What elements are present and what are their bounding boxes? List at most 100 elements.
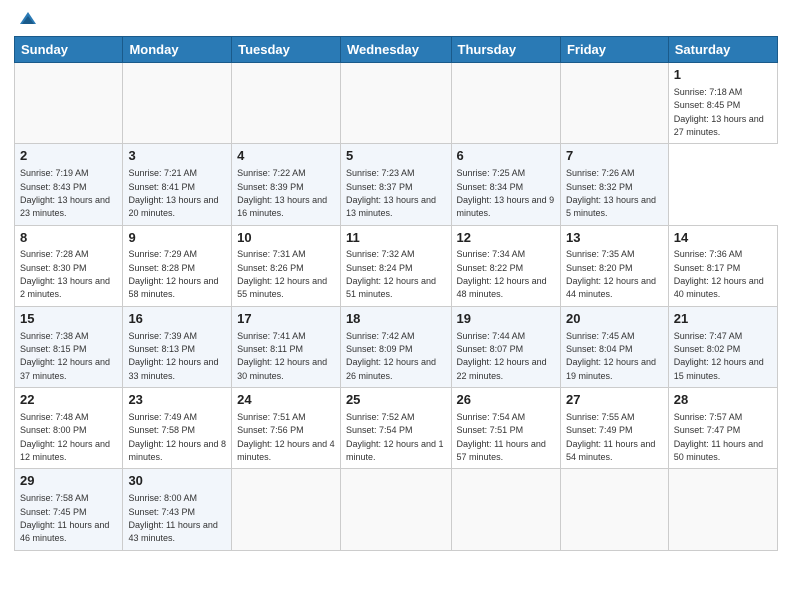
day-info: Sunrise: 7:57 AMSunset: 7:47 PMDaylight:… <box>674 412 763 462</box>
calendar-cell: 3 Sunrise: 7:21 AMSunset: 8:41 PMDayligh… <box>123 144 232 225</box>
calendar-cell <box>123 63 232 144</box>
calendar-cell: 25 Sunrise: 7:52 AMSunset: 7:54 PMDaylig… <box>340 388 451 469</box>
calendar-cell: 17 Sunrise: 7:41 AMSunset: 8:11 PMDaylig… <box>232 306 341 387</box>
day-number: 30 <box>128 473 226 490</box>
calendar-cell <box>451 63 560 144</box>
day-info: Sunrise: 7:22 AMSunset: 8:39 PMDaylight:… <box>237 168 327 218</box>
calendar-cell: 23 Sunrise: 7:49 AMSunset: 7:58 PMDaylig… <box>123 388 232 469</box>
day-number: 15 <box>20 311 117 328</box>
day-number: 27 <box>566 392 663 409</box>
calendar-week-1: 1 Sunrise: 7:18 AMSunset: 8:45 PMDayligh… <box>15 63 778 144</box>
logo-area <box>14 10 38 30</box>
day-info: Sunrise: 7:31 AMSunset: 8:26 PMDaylight:… <box>237 249 327 299</box>
day-info: Sunrise: 7:42 AMSunset: 8:09 PMDaylight:… <box>346 331 436 381</box>
calendar-cell: 6 Sunrise: 7:25 AMSunset: 8:34 PMDayligh… <box>451 144 560 225</box>
day-number: 20 <box>566 311 663 328</box>
calendar-cell <box>451 469 560 550</box>
calendar-cell: 1 Sunrise: 7:18 AMSunset: 8:45 PMDayligh… <box>668 63 777 144</box>
day-info: Sunrise: 7:49 AMSunset: 7:58 PMDaylight:… <box>128 412 226 462</box>
day-number: 16 <box>128 311 226 328</box>
day-number: 9 <box>128 230 226 247</box>
day-number: 29 <box>20 473 117 490</box>
day-number: 14 <box>674 230 772 247</box>
day-info: Sunrise: 7:36 AMSunset: 8:17 PMDaylight:… <box>674 249 764 299</box>
calendar-cell: 16 Sunrise: 7:39 AMSunset: 8:13 PMDaylig… <box>123 306 232 387</box>
day-info: Sunrise: 7:29 AMSunset: 8:28 PMDaylight:… <box>128 249 218 299</box>
header-friday: Friday <box>560 37 668 63</box>
calendar-cell: 7 Sunrise: 7:26 AMSunset: 8:32 PMDayligh… <box>560 144 668 225</box>
calendar-cell: 5 Sunrise: 7:23 AMSunset: 8:37 PMDayligh… <box>340 144 451 225</box>
calendar-cell: 2 Sunrise: 7:19 AMSunset: 8:43 PMDayligh… <box>15 144 123 225</box>
day-number: 13 <box>566 230 663 247</box>
day-number: 22 <box>20 392 117 409</box>
calendar-cell: 19 Sunrise: 7:44 AMSunset: 8:07 PMDaylig… <box>451 306 560 387</box>
day-number: 11 <box>346 230 446 247</box>
calendar-cell: 22 Sunrise: 7:48 AMSunset: 8:00 PMDaylig… <box>15 388 123 469</box>
calendar-cell: 9 Sunrise: 7:29 AMSunset: 8:28 PMDayligh… <box>123 225 232 306</box>
day-info: Sunrise: 7:21 AMSunset: 8:41 PMDaylight:… <box>128 168 218 218</box>
day-info: Sunrise: 7:19 AMSunset: 8:43 PMDaylight:… <box>20 168 110 218</box>
day-number: 19 <box>457 311 555 328</box>
header-tuesday: Tuesday <box>232 37 341 63</box>
day-info: Sunrise: 7:18 AMSunset: 8:45 PMDaylight:… <box>674 87 764 137</box>
calendar-cell: 11 Sunrise: 7:32 AMSunset: 8:24 PMDaylig… <box>340 225 451 306</box>
header-thursday: Thursday <box>451 37 560 63</box>
day-info: Sunrise: 7:38 AMSunset: 8:15 PMDaylight:… <box>20 331 110 381</box>
day-info: Sunrise: 7:54 AMSunset: 7:51 PMDaylight:… <box>457 412 546 462</box>
header-monday: Monday <box>123 37 232 63</box>
day-number: 18 <box>346 311 446 328</box>
logo <box>14 10 38 30</box>
calendar-cell <box>560 469 668 550</box>
day-info: Sunrise: 7:23 AMSunset: 8:37 PMDaylight:… <box>346 168 436 218</box>
logo-icon <box>18 10 38 30</box>
day-number: 7 <box>566 148 663 165</box>
day-number: 21 <box>674 311 772 328</box>
day-info: Sunrise: 7:47 AMSunset: 8:02 PMDaylight:… <box>674 331 764 381</box>
page-header <box>14 10 778 30</box>
day-number: 10 <box>237 230 335 247</box>
calendar-cell: 8 Sunrise: 7:28 AMSunset: 8:30 PMDayligh… <box>15 225 123 306</box>
calendar-cell <box>668 469 777 550</box>
calendar-cell: 13 Sunrise: 7:35 AMSunset: 8:20 PMDaylig… <box>560 225 668 306</box>
day-number: 1 <box>674 67 772 84</box>
calendar-week-4: 15 Sunrise: 7:38 AMSunset: 8:15 PMDaylig… <box>15 306 778 387</box>
day-number: 5 <box>346 148 446 165</box>
day-info: Sunrise: 7:35 AMSunset: 8:20 PMDaylight:… <box>566 249 656 299</box>
day-info: Sunrise: 7:39 AMSunset: 8:13 PMDaylight:… <box>128 331 218 381</box>
day-info: Sunrise: 8:00 AMSunset: 7:43 PMDaylight:… <box>128 493 217 543</box>
day-number: 28 <box>674 392 772 409</box>
calendar-cell <box>340 469 451 550</box>
day-number: 26 <box>457 392 555 409</box>
calendar-cell <box>340 63 451 144</box>
calendar-cell: 10 Sunrise: 7:31 AMSunset: 8:26 PMDaylig… <box>232 225 341 306</box>
day-number: 8 <box>20 230 117 247</box>
day-number: 12 <box>457 230 555 247</box>
calendar-cell: 29 Sunrise: 7:58 AMSunset: 7:45 PMDaylig… <box>15 469 123 550</box>
day-info: Sunrise: 7:44 AMSunset: 8:07 PMDaylight:… <box>457 331 547 381</box>
calendar-week-2: 2 Sunrise: 7:19 AMSunset: 8:43 PMDayligh… <box>15 144 778 225</box>
day-number: 17 <box>237 311 335 328</box>
calendar-cell: 14 Sunrise: 7:36 AMSunset: 8:17 PMDaylig… <box>668 225 777 306</box>
calendar-week-5: 22 Sunrise: 7:48 AMSunset: 8:00 PMDaylig… <box>15 388 778 469</box>
calendar-header-row: SundayMondayTuesdayWednesdayThursdayFrid… <box>15 37 778 63</box>
day-info: Sunrise: 7:58 AMSunset: 7:45 PMDaylight:… <box>20 493 109 543</box>
calendar-cell: 12 Sunrise: 7:34 AMSunset: 8:22 PMDaylig… <box>451 225 560 306</box>
calendar-cell: 21 Sunrise: 7:47 AMSunset: 8:02 PMDaylig… <box>668 306 777 387</box>
day-info: Sunrise: 7:25 AMSunset: 8:34 PMDaylight:… <box>457 168 555 218</box>
day-info: Sunrise: 7:41 AMSunset: 8:11 PMDaylight:… <box>237 331 327 381</box>
calendar-cell <box>15 63 123 144</box>
day-number: 24 <box>237 392 335 409</box>
day-number: 3 <box>128 148 226 165</box>
day-info: Sunrise: 7:45 AMSunset: 8:04 PMDaylight:… <box>566 331 656 381</box>
calendar-cell: 28 Sunrise: 7:57 AMSunset: 7:47 PMDaylig… <box>668 388 777 469</box>
calendar-cell <box>232 469 341 550</box>
calendar-cell: 4 Sunrise: 7:22 AMSunset: 8:39 PMDayligh… <box>232 144 341 225</box>
header-saturday: Saturday <box>668 37 777 63</box>
calendar-cell <box>232 63 341 144</box>
calendar-cell: 30 Sunrise: 8:00 AMSunset: 7:43 PMDaylig… <box>123 469 232 550</box>
day-number: 25 <box>346 392 446 409</box>
day-info: Sunrise: 7:32 AMSunset: 8:24 PMDaylight:… <box>346 249 436 299</box>
calendar-cell: 26 Sunrise: 7:54 AMSunset: 7:51 PMDaylig… <box>451 388 560 469</box>
header-sunday: Sunday <box>15 37 123 63</box>
day-info: Sunrise: 7:34 AMSunset: 8:22 PMDaylight:… <box>457 249 547 299</box>
